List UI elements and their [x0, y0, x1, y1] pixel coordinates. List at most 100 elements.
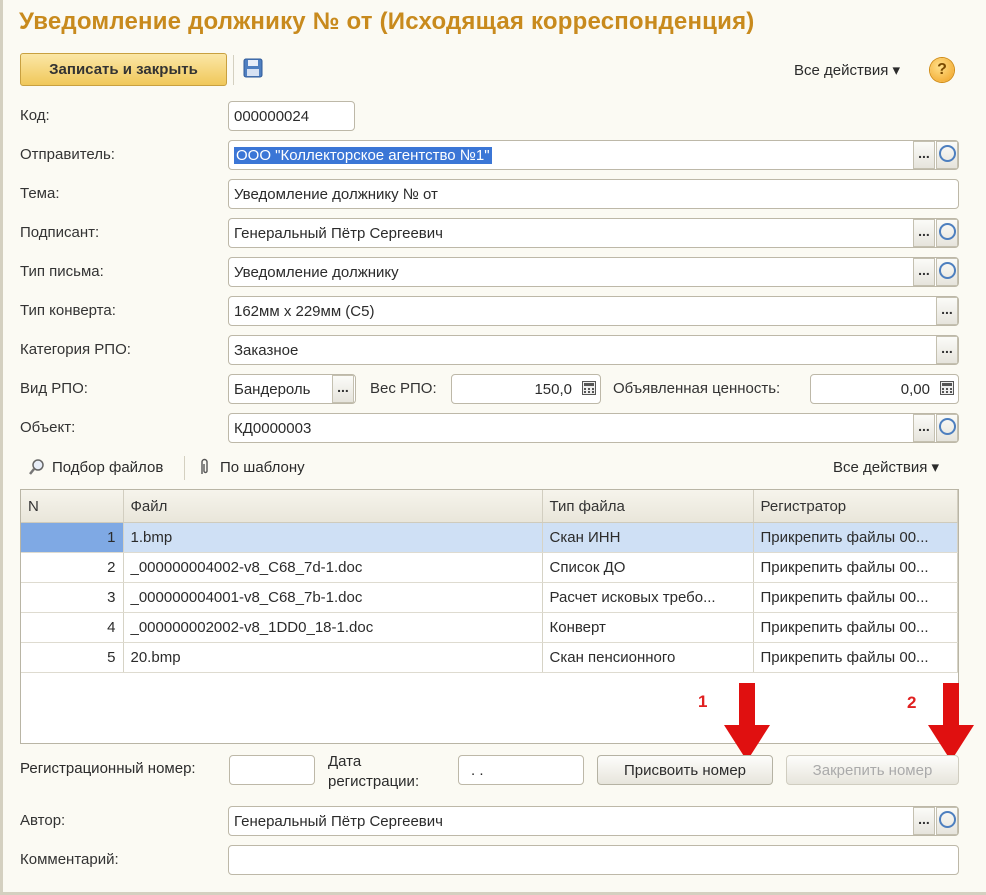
paperclip-icon: [201, 458, 208, 474]
reg-date-label-line1: Дата: [328, 753, 362, 770]
object-select-button[interactable]: ...: [913, 414, 935, 442]
file-type: Скан пенсионного: [542, 642, 754, 673]
toolbar-divider: [184, 456, 185, 480]
form-title: Уведомление должнику № от (Исходящая кор…: [19, 8, 755, 35]
envelope-type-select-button[interactable]: ...: [936, 297, 958, 325]
by-template-button[interactable]: По шаблону: [198, 458, 305, 476]
row-number: 5: [21, 642, 124, 673]
comment-field[interactable]: [228, 845, 959, 875]
magnifier-icon: [938, 418, 956, 435]
signer-open-button[interactable]: [936, 219, 958, 247]
registrar: Прикрепить файлы 00...: [753, 552, 958, 583]
calculator-icon[interactable]: [578, 375, 600, 403]
sender-open-button[interactable]: [936, 141, 958, 169]
table-row[interactable]: 4 _000000002002-v8_1DD0_18-1.doc Конверт…: [21, 612, 958, 643]
down-arrow-icon: [928, 683, 974, 761]
rpo-category-select-button[interactable]: ...: [936, 336, 958, 364]
rpo-category-field[interactable]: Заказное: [228, 335, 959, 365]
table-row[interactable]: 2 _000000004002-v8_C68_7d-1.doc Список Д…: [21, 552, 958, 583]
sender-select-button[interactable]: ...: [913, 141, 935, 169]
envelope-type-label: Тип конверта:: [20, 302, 116, 319]
magnifier-icon: [938, 223, 956, 240]
signer-label: Подписант:: [20, 224, 100, 241]
rpo-kind-select-button[interactable]: ...: [332, 375, 354, 403]
subject-label: Тема:: [20, 185, 60, 202]
letter-type-field[interactable]: Уведомление должнику: [228, 257, 959, 287]
magnifier-icon: [938, 811, 956, 828]
annotation-marker-1: 1: [698, 692, 708, 711]
envelope-type-field[interactable]: 162мм х 229мм (C5): [228, 296, 959, 326]
reg-date-field[interactable]: . .: [458, 755, 584, 785]
letter-type-label: Тип письма:: [20, 263, 104, 280]
magnifier-icon: [938, 262, 956, 279]
table-row[interactable]: 5 20.bmp Скан пенсионного Прикрепить фай…: [21, 642, 958, 673]
registrar: Прикрепить файлы 00...: [753, 612, 958, 643]
object-field[interactable]: КД0000003: [228, 413, 959, 443]
file-name: 20.bmp: [123, 642, 543, 673]
file-name: 1.bmp: [123, 522, 543, 553]
annotation-marker-2: 2: [907, 693, 917, 712]
reg-date-label: Дата регистрации:: [328, 752, 419, 792]
signer-field[interactable]: Генеральный Пётр Сергеевич: [228, 218, 959, 248]
search-icon: [29, 459, 44, 475]
save-icon[interactable]: [243, 58, 263, 78]
down-arrow-icon: [724, 683, 770, 761]
rpo-kind-label: Вид РПО:: [20, 380, 88, 397]
author-label: Автор:: [20, 812, 66, 829]
column-header-registrar[interactable]: Регистратор: [753, 490, 958, 523]
toolbar-divider: [233, 55, 234, 85]
column-header-file[interactable]: Файл: [123, 490, 543, 523]
reg-number-label: Регистрационный номер:: [20, 760, 196, 777]
sender-label: Отправитель:: [20, 146, 115, 163]
registrar: Прикрепить файлы 00...: [753, 522, 958, 553]
files-table[interactable]: N Файл Тип файла Регистратор 1 1.bmp Ска…: [20, 489, 959, 744]
help-icon[interactable]: ?: [930, 58, 954, 82]
reg-number-field[interactable]: [229, 755, 315, 785]
files-all-actions-menu[interactable]: Все действия ▾: [833, 458, 939, 476]
sender-value: ООО "Коллекторское агентство №1": [234, 147, 492, 164]
file-type: Расчет исковых требо...: [542, 582, 754, 613]
column-header-file-type[interactable]: Тип файла: [542, 490, 754, 523]
author-select-button[interactable]: ...: [913, 807, 935, 835]
reg-date-label-line2: регистрации:: [328, 773, 420, 790]
table-row[interactable]: 3 _000000004001-v8_C68_7b-1.doc Расчет и…: [21, 582, 958, 613]
letter-type-select-button[interactable]: ...: [913, 258, 935, 286]
rpo-weight-label: Вес РПО:: [370, 380, 437, 397]
magnifier-icon: [938, 145, 956, 162]
pick-files-label: Подбор файлов: [52, 458, 164, 476]
row-number: 1: [21, 522, 124, 553]
author-field[interactable]: Генеральный Пётр Сергеевич: [228, 806, 959, 836]
file-name: _000000004002-v8_C68_7d-1.doc: [123, 552, 543, 583]
code-label: Код:: [20, 107, 50, 124]
rpo-category-label: Категория РПО:: [20, 341, 131, 358]
author-open-button[interactable]: [936, 807, 958, 835]
row-number: 4: [21, 612, 124, 643]
file-type: Конверт: [542, 612, 754, 643]
file-name: _000000002002-v8_1DD0_18-1.doc: [123, 612, 543, 643]
all-actions-menu[interactable]: Все действия ▾: [794, 61, 900, 79]
calculator-icon[interactable]: [936, 375, 958, 403]
file-name: _000000004001-v8_C68_7b-1.doc: [123, 582, 543, 613]
comment-label: Комментарий:: [20, 851, 119, 868]
file-type: Список ДО: [542, 552, 754, 583]
registrar: Прикрепить файлы 00...: [753, 582, 958, 613]
signer-select-button[interactable]: ...: [913, 219, 935, 247]
table-header: N Файл Тип файла Регистратор: [21, 490, 958, 523]
code-field[interactable]: 000000024: [228, 101, 355, 131]
declared-value-label: Объявленная ценность:: [613, 380, 781, 397]
object-label: Объект:: [20, 419, 76, 436]
row-number: 3: [21, 582, 124, 613]
assign-number-button[interactable]: Присвоить номер: [597, 755, 773, 785]
object-open-button[interactable]: [936, 414, 958, 442]
save-and-close-button[interactable]: Записать и закрыть: [20, 53, 227, 86]
fix-number-button[interactable]: Закрепить номер: [786, 755, 959, 785]
registrar: Прикрепить файлы 00...: [753, 642, 958, 673]
subject-field[interactable]: Уведомление должнику № от: [228, 179, 959, 209]
file-type: Скан ИНН: [542, 522, 754, 553]
table-row[interactable]: 1 1.bmp Скан ИНН Прикрепить файлы 00...: [21, 522, 958, 553]
sender-field[interactable]: ООО "Коллекторское агентство №1": [228, 140, 959, 170]
letter-type-open-button[interactable]: [936, 258, 958, 286]
by-template-label: По шаблону: [220, 458, 305, 476]
pick-files-button[interactable]: Подбор файлов: [28, 458, 163, 476]
column-header-n[interactable]: N: [21, 490, 124, 523]
